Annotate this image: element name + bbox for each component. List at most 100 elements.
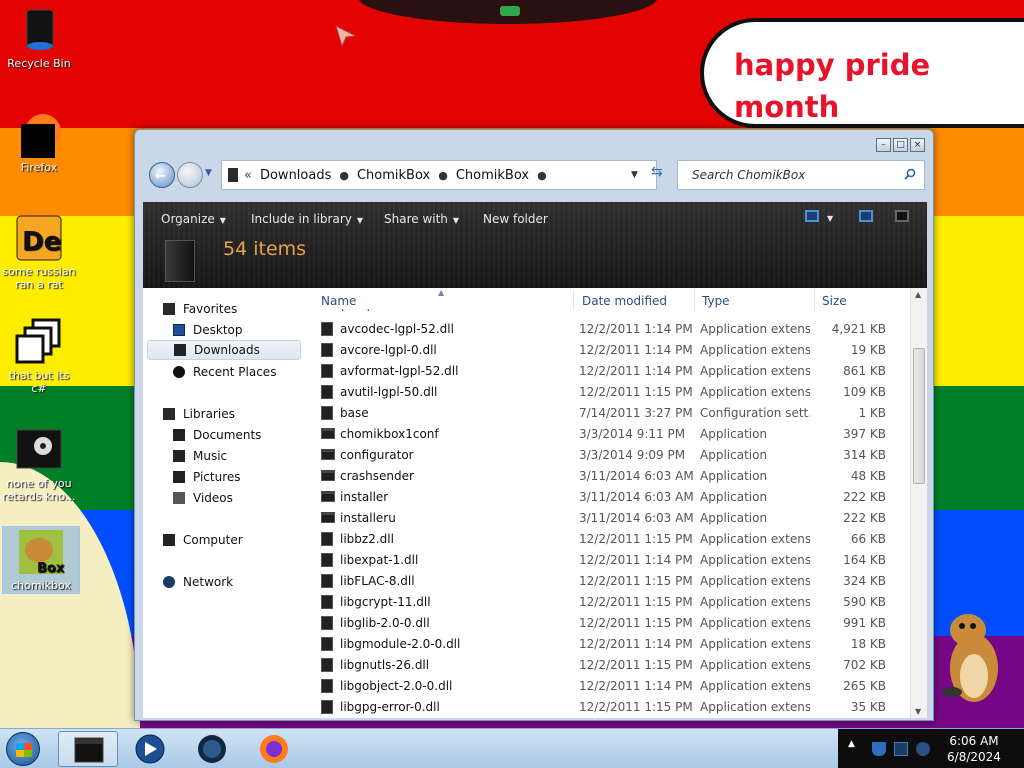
column-header-name[interactable]: Name (321, 294, 356, 308)
scrollbar-thumb[interactable] (913, 348, 925, 484)
desktop-icon-label: chomikbox (11, 579, 71, 592)
nav-videos[interactable]: Videos (173, 491, 233, 505)
taskbar-media-player[interactable] (120, 731, 180, 767)
column-divider[interactable] (814, 290, 815, 310)
file-row[interactable]: libgobject-2.0-0.dll 12/2/2011 1:14 PM App… (311, 675, 901, 696)
nav-downloads[interactable]: Downloads (147, 340, 301, 360)
file-row[interactable]: libgnutls-26.dll 12/2/2011 1:15 PM Applica… (311, 654, 901, 675)
address-dropdown-icon[interactable]: ▼ (631, 170, 638, 180)
breadcrumb-overflow[interactable]: « (244, 168, 252, 183)
start-button[interactable] (6, 732, 40, 766)
chevron-right-icon[interactable]: ● (537, 169, 547, 182)
maximize-button[interactable]: □ (893, 138, 908, 152)
chevron-right-icon[interactable]: ● (438, 169, 448, 182)
history-dropdown-icon[interactable]: ▼ (205, 168, 212, 178)
file-row[interactable]: installer 3/11/2014 6:03 AM Application 222… (311, 486, 901, 507)
column-divider[interactable] (694, 290, 695, 310)
file-row[interactable]: libexpat-1.dll 12/2/2011 1:14 PM Applicati… (311, 549, 901, 570)
view-options-icon[interactable] (805, 210, 819, 222)
column-divider[interactable] (573, 290, 574, 310)
nav-network[interactable]: Network (163, 575, 233, 589)
forward-button[interactable] (177, 162, 203, 188)
clock-time: 6:06 AM (949, 734, 999, 748)
file-row[interactable]: installeru 3/11/2014 6:03 AM Application 22… (311, 507, 901, 528)
shield-icon[interactable] (872, 742, 886, 756)
dll-file-icon (321, 679, 333, 693)
organize-button[interactable]: Organize ▼ (161, 212, 226, 226)
nav-pictures[interactable]: Pictures (173, 470, 241, 484)
nav-libraries[interactable]: Libraries (163, 407, 235, 421)
star-icon (163, 303, 175, 315)
taskbar-explorer[interactable] (58, 731, 118, 767)
scroll-down-icon[interactable]: ▼ (915, 707, 921, 716)
minimize-button[interactable]: – (876, 138, 891, 152)
desktop-icon-none-of-you[interactable]: none of you retards kno... (0, 426, 78, 503)
desktop-icon-chomikbox[interactable]: Box chomikbox (2, 526, 80, 594)
taskbar-globe-app[interactable] (182, 731, 242, 767)
nav-recent-places[interactable]: Recent Places (173, 365, 276, 379)
file-row[interactable]: avcodec-lgpl-52.dll 12/2/2011 1:14 PM Appl… (311, 318, 901, 339)
view-dropdown-icon[interactable]: ▼ (827, 214, 833, 223)
search-input[interactable]: Search ChomikBox (692, 168, 805, 182)
breadcrumb-item-chomikbox-current[interactable]: ChomikBox (456, 168, 529, 183)
share-with-button[interactable]: Share with ▼ (384, 212, 459, 226)
file-row[interactable]: avutil-lgpl-50.dll 12/2/2011 1:15 PM Appli… (311, 381, 901, 402)
file-row[interactable]: configurator 3/3/2014 9:09 PM Application 3… (311, 444, 901, 465)
breadcrumb[interactable]: « Downloads ● ChomikBox ● ChomikBox ● (221, 160, 657, 190)
file-row[interactable]: libbz2.dll 12/2/2011 1:15 PM Application e… (311, 528, 901, 549)
nav-computer[interactable]: Computer (163, 533, 243, 547)
refresh-icon[interactable]: ⇆ (651, 164, 663, 180)
dll-file-icon (321, 700, 333, 714)
new-folder-button[interactable]: New folder (483, 212, 548, 226)
network-status-icon[interactable] (894, 742, 908, 756)
scroll-up-icon[interactable]: ▲ (915, 290, 921, 299)
search-icon[interactable] (904, 168, 916, 180)
column-header-type[interactable]: Type (702, 294, 730, 308)
desktop-icon-some-russian[interactable]: De some russian ran a rat (0, 214, 78, 291)
column-header-date[interactable]: Date modified (582, 294, 667, 308)
speech-bubble: happy pride month everyone! (700, 18, 1024, 166)
help-icon[interactable] (895, 210, 909, 222)
sync-icon[interactable] (916, 742, 930, 756)
breadcrumb-item-downloads[interactable]: Downloads (260, 168, 331, 183)
include-in-library-button[interactable]: Include in library ▼ (251, 212, 363, 226)
videos-icon (173, 492, 185, 504)
file-row[interactable]: base 7/14/2011 3:27 PM Configuration sett.… (311, 402, 901, 423)
nav-documents[interactable]: Documents (173, 428, 261, 442)
desktop-icon-that-but-its-c[interactable]: that but its c# (0, 318, 78, 395)
desktop-icon-recycle-bin[interactable]: Recycle Bin (0, 6, 78, 70)
file-name: libglib-2.0-0.dll (340, 616, 430, 630)
column-header-size[interactable]: Size (822, 294, 847, 308)
file-row[interactable]: avcore-lgpl-0.dll 12/2/2011 1:14 PM Applic… (311, 339, 901, 360)
file-row[interactable]: libgcrypt-11.dll 12/2/2011 1:15 PM Applica… (311, 591, 901, 612)
file-row[interactable]: crashsender 3/11/2014 6:03 AM Application 4… (311, 465, 901, 486)
nav-desktop-label: Desktop (193, 323, 243, 337)
file-row[interactable]: libFLAC-8.dll 12/2/2011 1:15 PM Applicatio… (311, 570, 901, 591)
nav-favorites[interactable]: Favorites (163, 302, 237, 316)
close-button[interactable]: × (910, 138, 925, 152)
nav-music[interactable]: Music (173, 449, 227, 463)
file-row[interactable]: chomikbox1conf 3/3/2014 9:11 PM Applicatio… (311, 423, 901, 444)
back-button[interactable]: ← (149, 162, 175, 188)
taskbar-firefox[interactable] (244, 731, 304, 767)
clock[interactable]: 6:06 AM 6/8/2024 (934, 733, 1014, 765)
search-box[interactable]: Search ChomikBox (677, 160, 925, 190)
file-name: avformat-lgpl-52.dll (340, 364, 459, 378)
vertical-scrollbar[interactable]: ▲ ▼ (910, 288, 927, 718)
file-type: Application extens... (700, 553, 810, 567)
file-row[interactable]: avformat-lgpl-52.dll 12/2/2011 1:14 PM App… (311, 360, 901, 381)
file-row[interactable]: libgpg-error-0.dll 12/2/2011 1:15 PM Appli… (311, 696, 901, 717)
file-size: 702 KB (843, 658, 886, 672)
desktop-icon-firefox[interactable]: Firefox (0, 110, 78, 174)
breadcrumb-item-chomikbox[interactable]: ChomikBox (357, 168, 430, 183)
chevron-right-icon[interactable]: ● (339, 169, 349, 182)
show-hidden-icons-icon[interactable]: ▲ (848, 739, 862, 753)
file-row[interactable]: libglib-2.0-0.dll 12/2/2011 1:15 PM Applic… (311, 612, 901, 633)
file-type: Application extens... (700, 343, 810, 357)
dll-file-icon (321, 574, 333, 588)
firefox-icon (15, 110, 63, 158)
de-app-icon: De (15, 214, 63, 262)
nav-desktop[interactable]: Desktop (173, 323, 243, 337)
file-row[interactable]: libgmodule-2.0-0.dll 12/2/2011 1:14 PM App… (311, 633, 901, 654)
preview-pane-icon[interactable] (859, 210, 873, 222)
